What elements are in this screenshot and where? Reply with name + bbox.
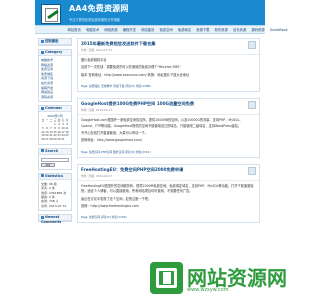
comment-icon xyxy=(41,215,44,219)
post-body: GoogleHost.com是国外一家免费空间供应商，提供1000MB的空间，以… xyxy=(78,115,259,149)
post-paragraph: 不开心在线打开直接使用，大量可以申请一下。 xyxy=(81,131,148,136)
search-title: Search xyxy=(45,148,59,153)
control-panel-heading: 控制面板 xyxy=(39,39,71,45)
main-content: 2015年最新免费短信发送软件下载合集 作者: 日期: 2014-07-31 图… xyxy=(77,38,260,229)
post-paragraph: GoogleHost.com是国外一家免费空间供应商，提供1000MB的空间，以… xyxy=(81,118,243,128)
page-container: AA4免费资源网 专注于提供优质免费资源的分享博客 网站首页 电脑技术 网络资源… xyxy=(35,0,288,300)
post-body: FreeHostingEU是国外的空间服务商，提供2000M免费空间，免费绑定域… xyxy=(78,181,259,215)
nav-item-home[interactable]: 网站首页 xyxy=(65,27,83,32)
search-body: 搜索 xyxy=(39,155,71,169)
post-meta: 作者: 日期: 2014-07-31 xyxy=(81,48,113,52)
folder-icon xyxy=(41,50,44,54)
calendar-block: Calendar 2009年7月 日一二三四五六 1 2 3 4 5 6 7 8 9 10 11 12 1… xyxy=(38,105,72,145)
site-logo[interactable] xyxy=(41,4,61,24)
calendar-day[interactable]: 31 xyxy=(61,138,65,142)
statistics-body: 文章: 96 篇 评论: 2 条 浏览: 2361865 次 留言: 0 条 在… xyxy=(39,180,71,210)
post-title[interactable]: GoogleHost提供100G免费PHP空间 100G流量空间免费 xyxy=(81,101,256,107)
newest-comments-block: Newest Comments xyxy=(38,214,72,225)
post-meta: 作者: 日期: 2014-03-17 xyxy=(81,108,113,113)
post: FreeHostingEU：免费空间PHP空间2000免费申请 作者: 日期: … xyxy=(77,163,260,224)
post-title[interactable]: FreeHostingEU：免费空间PHP空间2000免费申请 xyxy=(81,167,256,173)
nav-item-network[interactable]: 网络资源 xyxy=(102,27,120,32)
search-block: Search 搜索 xyxy=(38,147,72,170)
nav-item-free-space[interactable]: 免费空间 xyxy=(157,27,175,32)
post-footer: Tags: 免费空间 PHP空间 国外空间 评论(0) 浏览(2311) xyxy=(78,149,259,157)
category-block: Category 电脑技术 网络资源 免费空间 免费域名 资源下载 站长资源 编… xyxy=(38,49,72,103)
newest-comments-heading: Newest Comments xyxy=(39,215,71,225)
nav-item-guestbook[interactable]: GuestBook xyxy=(267,28,290,32)
post-tags[interactable]: Tags: 免费空间 PHP空间 国外空间 xyxy=(81,150,124,154)
newest-comments-title: Newest Comments xyxy=(41,215,62,225)
post-paragraph: 官网地址：http://www.googlehost.com/ xyxy=(81,138,142,143)
site-subtitle: 专注于提供优质免费资源的分享博客 xyxy=(69,18,120,22)
post: 2015年最新免费短信发送软件下载合集 作者: 日期: 2014-07-31 图… xyxy=(77,38,260,93)
post-header: FreeHostingEU：免费空间PHP空间2000免费申请 作者: 日期: … xyxy=(78,165,259,181)
calendar-title: Calendar xyxy=(45,106,63,111)
panel-icon xyxy=(41,39,44,43)
watermark-door-icon xyxy=(163,272,171,284)
post-title[interactable]: 2015年最新免费短信发送软件下载合集 xyxy=(81,41,256,47)
calendar-month: 2009年7月 xyxy=(47,114,63,119)
category-list: 电脑技术 网络资源 免费空间 免费域名 资源下载 站长资源 编程开发 网站建设 … xyxy=(39,56,71,101)
calendar-grid: 日一二三四五六 1 2 3 4 5 6 7 8 9 10 11 12 13 14 15 16 17 18 19 20 21… xyxy=(41,119,69,142)
nav-item-computer[interactable]: 电脑技术 xyxy=(83,27,101,32)
watermark-url: www.wzsyw.com xyxy=(187,287,229,293)
post-footer: Tags: 免费短信 无线网卡 查看下载 评论(0) 浏览(1388) xyxy=(78,83,259,91)
stat-line: 访问: 2013-07-31 xyxy=(41,203,67,208)
calendar-body: 2009年7月 日一二三四五六 1 2 3 4 5 6 7 8 9 10 11 12 13 14 15 16 17… xyxy=(39,112,71,144)
post-stats: 评论(0) 浏览(1720) xyxy=(101,215,127,220)
control-panel-block: 控制面板 xyxy=(38,38,72,46)
search-icon xyxy=(41,149,44,153)
post-paragraph: 官网：http://www.freehostingeu.com xyxy=(81,204,139,209)
post-paragraph: 图片免费赚钱平台 xyxy=(81,58,107,62)
post-icon xyxy=(248,166,256,175)
category-link[interactable]: 源码资源 xyxy=(41,95,69,100)
watermark-logo-icon xyxy=(150,262,183,294)
post-paragraph: 目前下一次在线：需要免费的可以在使用的免费办理个"Receive SMS" xyxy=(81,65,181,70)
nav-item-source[interactable]: 源码资源 xyxy=(249,27,267,32)
post-stats: 评论(0) 浏览(2311) xyxy=(125,149,151,154)
post-header: 2015年最新免费短信发送软件下载合集 作者: 日期: 2014-07-31 xyxy=(78,39,259,55)
nav-item-software[interactable]: 软件资源 xyxy=(212,27,230,32)
nav-item-webmaster[interactable]: 站长资源 xyxy=(230,27,248,32)
nav-item-free-domain[interactable]: 免费域名 xyxy=(175,27,193,32)
search-button[interactable]: 搜索 xyxy=(41,162,55,167)
statistics-block: Statistics 文章: 96 篇 评论: 2 条 浏览: 2361865 … xyxy=(38,172,72,212)
site-header: AA4免费资源网 专注于提供优质免费资源的分享博客 网站首页 电脑技术 网络资源… xyxy=(35,0,288,34)
nav-item-download[interactable]: 资源下载 xyxy=(194,27,212,32)
post-icon xyxy=(248,101,256,110)
post-icon xyxy=(248,41,256,49)
post: GoogleHost提供100G免费PHP空间 100G流量空间免费 作者: 日… xyxy=(77,98,260,158)
main-nav: 网站首页 电脑技术 网络资源 编程开发 网站建设 免费空间 免费域名 资源下载 … xyxy=(35,25,288,34)
post-meta: 作者: 日期: 2014-04-07 xyxy=(81,173,113,178)
calendar-icon xyxy=(41,106,44,110)
statistics-title: Statistics xyxy=(45,173,63,178)
site-title[interactable]: AA4免费资源网 xyxy=(69,3,129,14)
post-paragraph: 最近在讨论中发现了这个空间，赶快注册一下吧。 xyxy=(81,196,152,201)
watermark: 网站资源网 www.wzsyw.com xyxy=(150,262,298,296)
post-header: GoogleHost提供100G免费PHP空间 100G流量空间免费 作者: 日… xyxy=(78,99,259,116)
post-tags[interactable]: Tags: 免费空间 xyxy=(81,215,100,219)
post-stats: 评论(0) 浏览(1388) xyxy=(125,84,151,89)
nav-item-programming[interactable]: 编程开发 xyxy=(120,27,138,32)
post-paragraph: 版本 查看地址：http://www.xxxxxxxx.com/ 转换：地址图片… xyxy=(81,72,190,77)
chart-icon xyxy=(41,174,44,178)
post-paragraph: FreeHostingEU是国外的空间服务商，提供2000M免费空间，免费绑定域… xyxy=(81,183,254,194)
post-footer: Tags: 免费空间 评论(0) 浏览(1720) xyxy=(78,214,259,222)
calendar-day[interactable]: 25 xyxy=(65,134,69,138)
sidebar: 控制面板 Category 电脑技术 网络资源 免费空间 免费域名 资源下载 站… xyxy=(38,38,72,225)
post-tags[interactable]: Tags: 免费短信 无线网卡 查看下载 xyxy=(81,84,124,88)
category-title: Category xyxy=(45,50,63,54)
nav-item-website[interactable]: 网站建设 xyxy=(139,27,157,32)
control-panel-label: 控制面板 xyxy=(45,39,59,43)
search-input[interactable] xyxy=(41,157,69,162)
post-body: 图片免费赚钱平台 目前下一次在线：需要免费的可以在使用的免费办理个"Receiv… xyxy=(78,55,259,83)
